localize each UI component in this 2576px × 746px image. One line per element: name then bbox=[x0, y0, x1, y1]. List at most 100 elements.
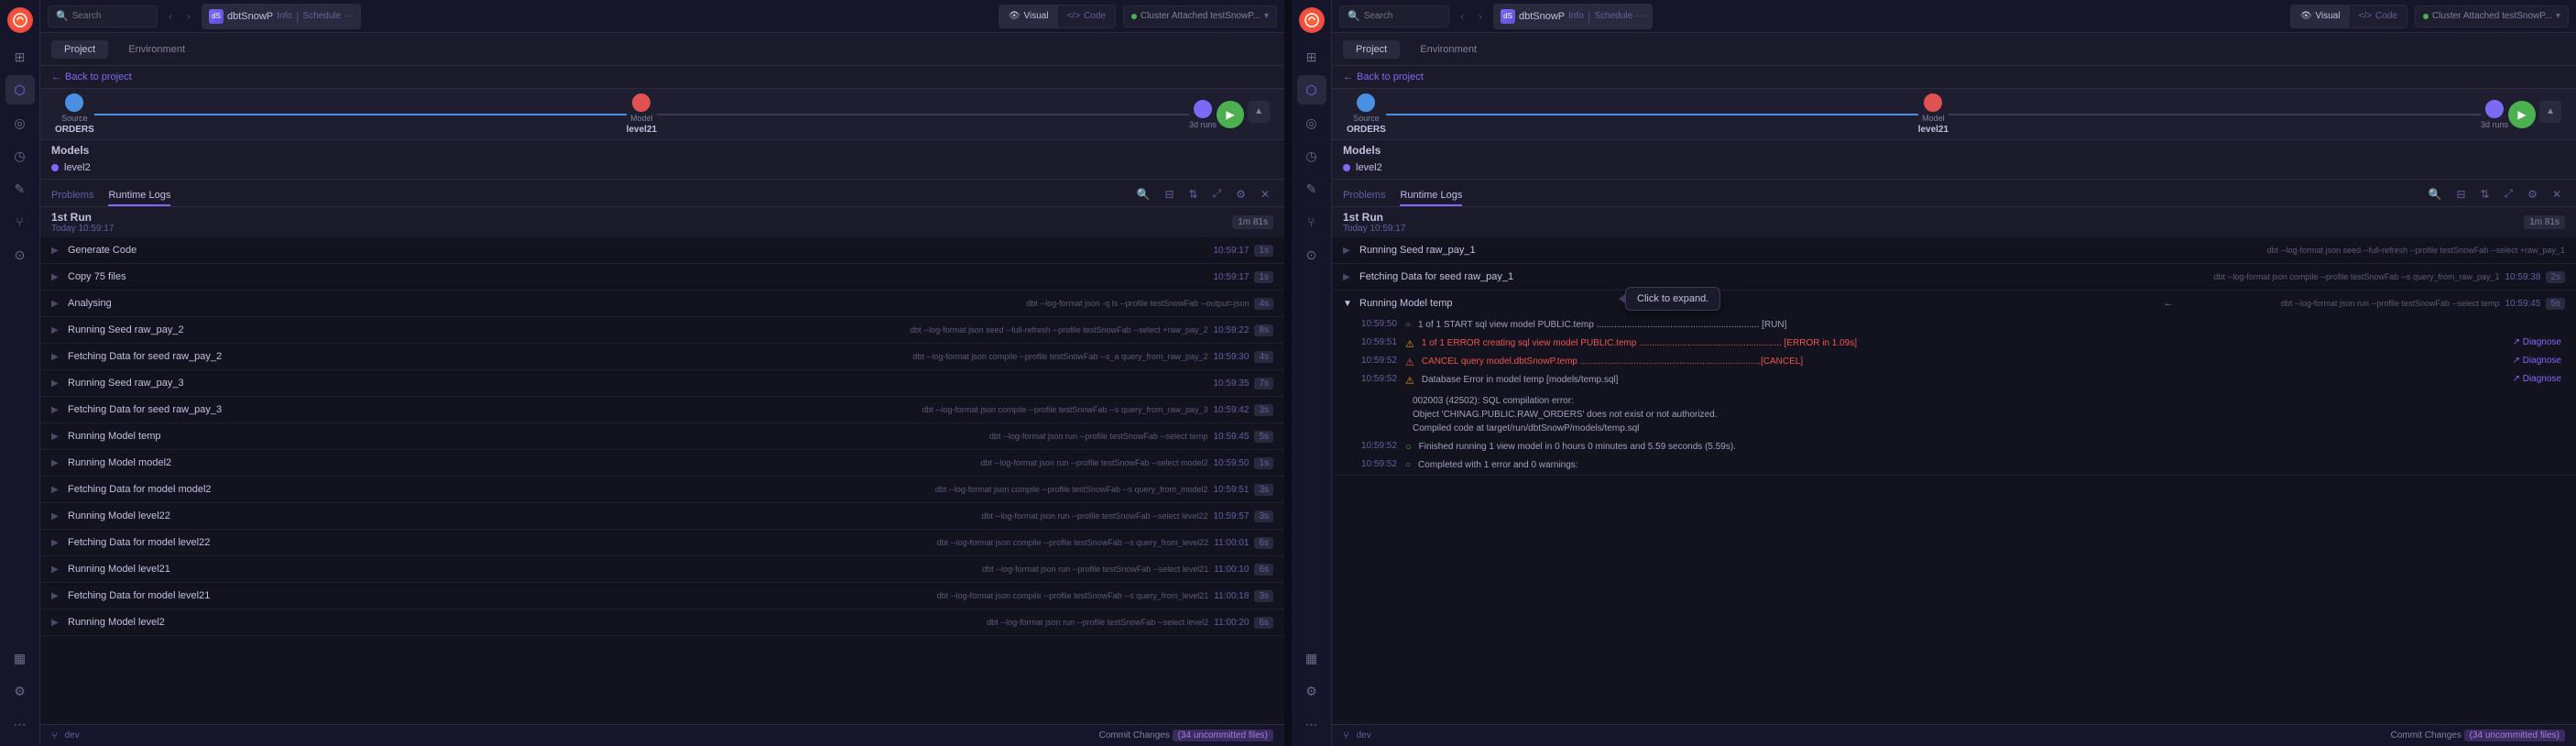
left-tab-info[interactable]: Info bbox=[277, 11, 292, 21]
right-cluster-chevron[interactable]: ▾ bbox=[2556, 11, 2560, 21]
right-search-box[interactable]: 🔍 bbox=[1339, 5, 1449, 27]
sidebar-settings-icon[interactable]: ⚙ bbox=[5, 676, 35, 706]
left-section-header-11[interactable]: ▶ Fetching Data for model level22 dbt --… bbox=[40, 530, 1284, 555]
left-back-link[interactable]: ← Back to project bbox=[51, 71, 132, 82]
left-section-time-9: 10:59:51 bbox=[1214, 485, 1250, 495]
left-section-header-8[interactable]: ▶ Running Model model2 dbt --log-format … bbox=[40, 450, 1284, 476]
left-environment-btn[interactable]: Environment bbox=[115, 40, 198, 59]
sidebar-edit-icon[interactable]: ✎ bbox=[5, 174, 35, 203]
sidebar-data-icon[interactable]: ⬡ bbox=[5, 75, 35, 104]
sidebar-network-icon[interactable]: ⊙ bbox=[5, 240, 35, 269]
right-environment-btn[interactable]: Environment bbox=[1407, 40, 1490, 59]
right-code-btn[interactable]: </> Code bbox=[2350, 5, 2407, 27]
left-cluster-chevron[interactable]: ▾ bbox=[1264, 11, 1269, 21]
left-topbar: 🔍 ‹ › dS dbtSnowP Info | Schedule ··· 👁 … bbox=[40, 0, 1284, 33]
right-back-link[interactable]: ← Back to project bbox=[1343, 71, 1424, 82]
left-run-button[interactable]: ▶ bbox=[1217, 101, 1244, 128]
right-log-area[interactable]: 1st Run Today 10:59:17 1m 81s ▶ Running … bbox=[1332, 207, 2576, 724]
right-sort-action[interactable]: ⇅ bbox=[2477, 186, 2494, 203]
right-model-row[interactable]: level2 bbox=[1332, 160, 2576, 179]
left-section-header-2[interactable]: ▶ Analysing dbt --log-format json -q ls … bbox=[40, 291, 1284, 316]
right-runtime-tab[interactable]: Runtime Logs bbox=[1400, 186, 1462, 206]
sidebar-table-icon[interactable]: ▦ bbox=[5, 643, 35, 673]
sidebar-location-icon[interactable]: ◎ bbox=[5, 108, 35, 137]
right-log-text-2: CANCEL query model.dbtSnowP.temp .......… bbox=[1422, 356, 2505, 368]
left-section-header-12[interactable]: ▶ Running Model level21 dbt --log-format… bbox=[40, 556, 1284, 582]
left-section-header-5[interactable]: ▶ Running Seed raw_pay_3 10:59:35 7s bbox=[40, 370, 1284, 396]
left-filter-action[interactable]: ⊟ bbox=[1161, 186, 1177, 203]
left-section-header-13[interactable]: ▶ Fetching Data for model level21 dbt --… bbox=[40, 583, 1284, 609]
right-sidebar-data-icon[interactable]: ⬡ bbox=[1297, 75, 1326, 104]
left-section-dur-13: 3s bbox=[1254, 590, 1273, 602]
right-sidebar-table-icon[interactable]: ▦ bbox=[1297, 643, 1326, 673]
left-nav-back[interactable]: ‹ bbox=[165, 8, 176, 25]
right-sidebar-edit-icon[interactable]: ✎ bbox=[1297, 174, 1326, 203]
left-model-row[interactable]: level2 bbox=[40, 160, 1284, 179]
right-filter-action[interactable]: ⊟ bbox=[2452, 186, 2469, 203]
left-search-action[interactable]: 🔍 bbox=[1132, 186, 1153, 203]
right-nav-forward[interactable]: › bbox=[1475, 8, 1486, 25]
left-nav-forward[interactable]: › bbox=[183, 8, 194, 25]
right-problems-tab[interactable]: Problems bbox=[1343, 186, 1385, 206]
left-section-header-1[interactable]: ▶ Copy 75 files 10:59:17 1s bbox=[40, 264, 1284, 290]
left-section-header-0[interactable]: ▶ Generate Code 10:59:17 1s bbox=[40, 237, 1284, 263]
left-search-input[interactable] bbox=[72, 11, 155, 21]
right-tab-more[interactable]: ··· bbox=[1636, 11, 1645, 21]
right-search-input[interactable] bbox=[1364, 11, 1446, 21]
right-sidebar-location-icon[interactable]: ◎ bbox=[1297, 108, 1326, 137]
right-run-button[interactable]: ▶ bbox=[2508, 101, 2536, 128]
sidebar-more-icon[interactable]: ⋯ bbox=[5, 709, 35, 739]
right-commit-btn[interactable]: Commit Changes (34 uncommitted files) bbox=[2391, 730, 2565, 741]
right-section-header-seed1[interactable]: ▶ Running Seed raw_pay_1 dbt --log-forma… bbox=[1332, 237, 2576, 263]
left-tab-item[interactable]: dS dbtSnowP Info | Schedule ··· bbox=[202, 4, 361, 29]
right-diagnose-btn-2[interactable]: ↗ Diagnose bbox=[2513, 356, 2561, 366]
left-section-time-14: 11:00:20 bbox=[1214, 618, 1249, 628]
left-section-header-7[interactable]: ▶ Running Model temp dbt --log-format js… bbox=[40, 423, 1284, 449]
left-tab-schedule[interactable]: Schedule bbox=[302, 11, 341, 21]
left-sort-action[interactable]: ⇅ bbox=[1185, 186, 1202, 203]
right-tab-info[interactable]: Info bbox=[1568, 11, 1584, 21]
left-commit-btn[interactable]: Commit Changes (34 uncommitted files) bbox=[1099, 730, 1273, 741]
left-collapse-btn[interactable]: ▲ bbox=[1248, 101, 1270, 123]
left-problems-tab[interactable]: Problems bbox=[51, 186, 93, 206]
right-expand-action[interactable]: ⤢ bbox=[2501, 185, 2517, 203]
right-tab-schedule[interactable]: Schedule bbox=[1594, 11, 1632, 21]
right-sidebar-home-icon[interactable]: ⊞ bbox=[1297, 42, 1326, 71]
right-sidebar-branch-icon[interactable]: ⑂ bbox=[1297, 207, 1326, 236]
right-sidebar-network-icon[interactable]: ⊙ bbox=[1297, 240, 1326, 269]
right-search-action[interactable]: 🔍 bbox=[2424, 186, 2445, 203]
left-search-box[interactable]: 🔍 bbox=[48, 5, 158, 27]
left-settings-action[interactable]: ⚙ bbox=[1232, 186, 1250, 203]
left-section-header-9[interactable]: ▶ Fetching Data for model model2 dbt --l… bbox=[40, 477, 1284, 502]
left-tab-more[interactable]: ··· bbox=[344, 11, 354, 21]
left-section-header-4[interactable]: ▶ Fetching Data for seed raw_pay_2 dbt -… bbox=[40, 344, 1284, 369]
left-section-header-10[interactable]: ▶ Running Model level22 dbt --log-format… bbox=[40, 503, 1284, 529]
right-close-action[interactable]: ✕ bbox=[2549, 186, 2565, 203]
left-visual-btn[interactable]: 👁 Visual bbox=[999, 5, 1058, 27]
sidebar-home-icon[interactable]: ⊞ bbox=[5, 42, 35, 71]
right-project-btn[interactable]: Project bbox=[1343, 40, 1400, 59]
left-section-header-3[interactable]: ▶ Running Seed raw_pay_2 dbt --log-forma… bbox=[40, 317, 1284, 343]
right-sidebar-clock-icon[interactable]: ◷ bbox=[1297, 141, 1326, 170]
right-collapse-btn[interactable]: ▲ bbox=[2539, 101, 2561, 123]
right-diagnose-btn-3[interactable]: ↗ Diagnose bbox=[2513, 374, 2561, 387]
right-expanded-section-header[interactable]: ▼ Running Model temp ← Click to expand. … bbox=[1332, 291, 2576, 316]
left-expand-action[interactable]: ⤢ bbox=[1209, 185, 1226, 203]
right-settings-action[interactable]: ⚙ bbox=[2524, 186, 2541, 203]
sidebar-clock-icon[interactable]: ◷ bbox=[5, 141, 35, 170]
left-code-btn[interactable]: </> Code bbox=[1058, 5, 1115, 27]
left-project-btn[interactable]: Project bbox=[51, 40, 108, 59]
left-section-header-6[interactable]: ▶ Fetching Data for seed raw_pay_3 dbt -… bbox=[40, 397, 1284, 422]
right-sidebar-more-icon[interactable]: ⋯ bbox=[1297, 709, 1326, 739]
right-tab-item[interactable]: dS dbtSnowP Info | Schedule ··· bbox=[1493, 4, 1653, 29]
left-close-action[interactable]: ✕ bbox=[1257, 186, 1273, 203]
right-visual-btn[interactable]: 👁 Visual bbox=[2291, 5, 2350, 27]
left-runtime-tab[interactable]: Runtime Logs bbox=[108, 186, 170, 206]
right-diagnose-btn-1[interactable]: ↗ Diagnose bbox=[2513, 337, 2561, 347]
right-sidebar-settings-icon[interactable]: ⚙ bbox=[1297, 676, 1326, 706]
right-nav-back[interactable]: ‹ bbox=[1457, 8, 1468, 25]
right-section-header-fetch1[interactable]: ▶ Fetching Data for seed raw_pay_1 dbt -… bbox=[1332, 264, 2576, 290]
left-log-area[interactable]: 1st Run Today 10:59:17 1m 81s ▶ Generate… bbox=[40, 207, 1284, 724]
left-section-header-14[interactable]: ▶ Running Model level2 dbt --log-format … bbox=[40, 609, 1284, 635]
sidebar-branch-icon[interactable]: ⑂ bbox=[5, 207, 35, 236]
